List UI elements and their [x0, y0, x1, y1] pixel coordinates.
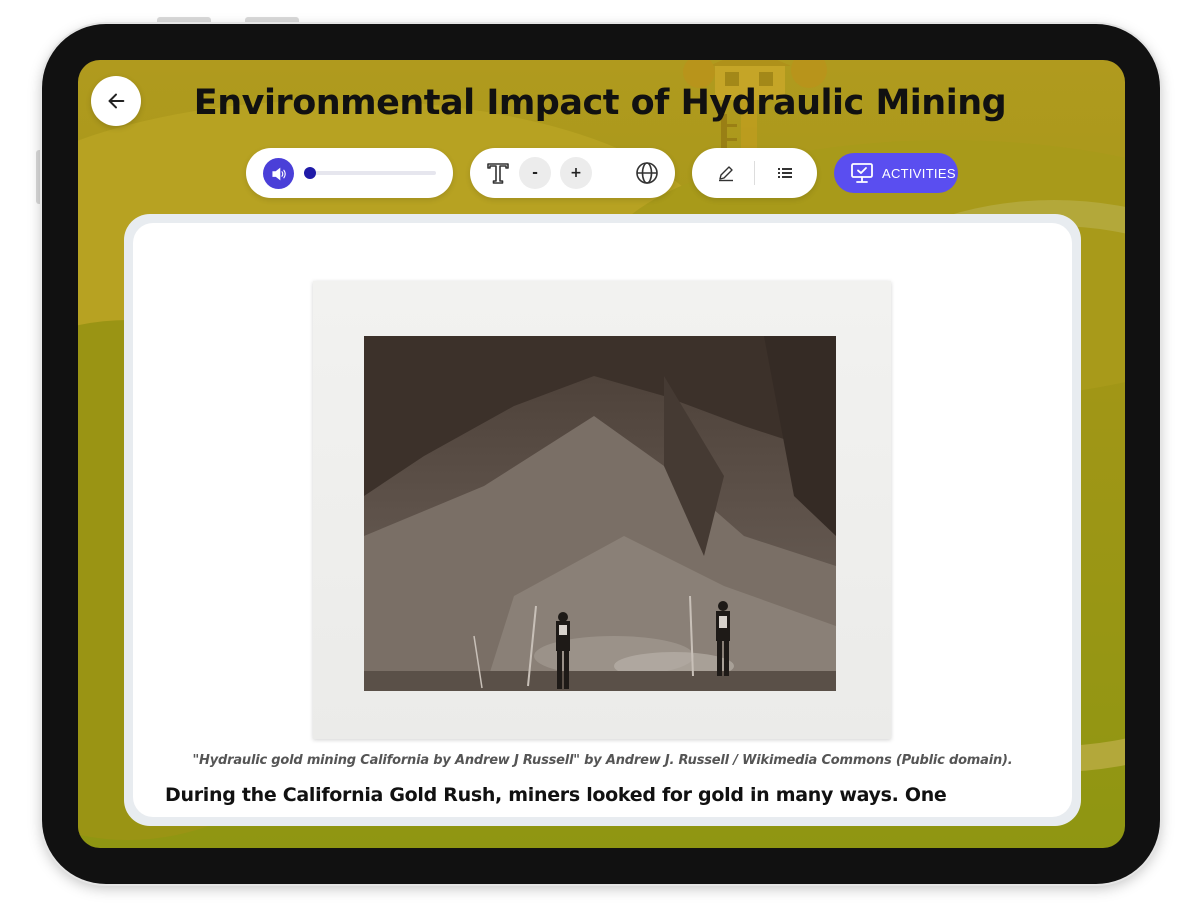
audio-player [246, 148, 453, 198]
text-controls: - + [470, 148, 675, 198]
decrease-text-size-button[interactable]: - [519, 157, 551, 189]
list-icon[interactable] [775, 163, 795, 183]
article-text: During the California Gold Rush, miners … [165, 784, 947, 806]
image-caption: "Hydraulic gold mining California by And… [192, 753, 1013, 768]
photo-mount [313, 281, 891, 739]
content-card: "Hydraulic gold mining California by And… [124, 214, 1081, 826]
arrow-left-icon [108, 93, 125, 109]
increase-text-size-button[interactable]: + [560, 157, 592, 189]
play-audio-button[interactable] [263, 158, 294, 189]
mining-photo-illustration [364, 336, 836, 691]
activities-button[interactable]: ACTIVITIES [834, 153, 958, 193]
activities-label: ACTIVITIES [882, 165, 956, 181]
audio-progress-handle[interactable] [303, 167, 316, 179]
content-area[interactable]: "Hydraulic gold mining California by And… [133, 223, 1072, 817]
text-size-icon[interactable] [485, 160, 511, 186]
pencil-icon[interactable] [716, 163, 736, 183]
tools-controls [692, 148, 817, 198]
monitor-check-icon [851, 163, 873, 183]
hydraulic-mining-photo [364, 336, 836, 691]
back-button[interactable] [91, 76, 141, 126]
toolbar-divider [754, 161, 755, 185]
globe-icon[interactable] [634, 160, 660, 186]
speaker-icon [271, 167, 286, 180]
page-title: Environmental Impact of Hydraulic Mining [193, 83, 1007, 123]
audio-progress-slider[interactable] [303, 167, 436, 179]
